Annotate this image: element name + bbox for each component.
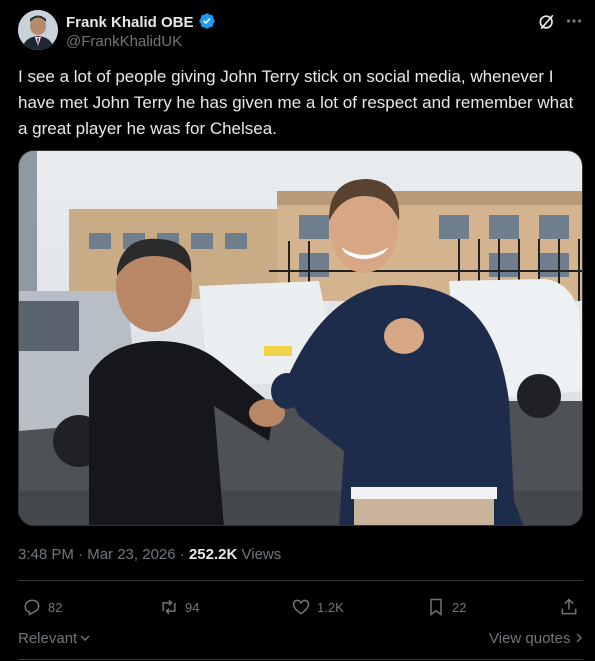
divider <box>18 659 583 660</box>
views-count: 252.2K <box>188 546 238 563</box>
view-quotes-link[interactable]: View quotes <box>489 630 585 647</box>
view-quotes-label: View quotes <box>489 630 571 647</box>
reply-count: 82 <box>48 599 63 615</box>
meta-separator: · <box>179 546 185 563</box>
like-count: 1.2K <box>317 599 344 615</box>
heart-icon <box>292 599 310 615</box>
divider <box>18 580 583 581</box>
post-text: I see a lot of people giving John Terry … <box>18 67 574 138</box>
post-time[interactable]: 3:48 PM <box>18 546 74 563</box>
post-meta: 3:48 PM · Mar 23, 2026 · 252.2K Views <box>18 546 281 563</box>
repost-button[interactable]: 94 <box>159 596 199 618</box>
like-button[interactable]: 1.2K <box>291 596 344 618</box>
reply-button[interactable]: 82 <box>22 596 62 618</box>
author-name-row[interactable]: Frank Khalid OBE <box>66 12 216 31</box>
bookmark-count: 22 <box>452 599 467 615</box>
repost-icon <box>162 599 176 615</box>
grok-icon[interactable] <box>537 12 557 32</box>
share-icon <box>561 598 577 615</box>
chevron-down-icon <box>80 635 90 641</box>
repost-count: 94 <box>185 599 200 615</box>
chevron-right-icon <box>576 633 583 643</box>
avatar[interactable] <box>18 10 58 50</box>
reply-icon <box>24 599 40 616</box>
post-date[interactable]: Mar 23, 2026 <box>87 546 175 563</box>
relevant-dropdown[interactable]: Relevant <box>18 630 91 647</box>
verified-badge-icon <box>198 13 215 29</box>
share-button[interactable] <box>559 596 579 618</box>
post-photo[interactable] <box>18 150 583 526</box>
meta-separator: · <box>78 546 84 563</box>
bookmark-icon <box>430 598 442 616</box>
author-name[interactable]: Frank Khalid OBE <box>66 14 194 31</box>
relevant-label: Relevant <box>18 630 78 647</box>
bookmark-button[interactable]: 22 <box>426 596 466 618</box>
author-handle[interactable]: @FrankKhalidUK <box>66 33 182 50</box>
more-options-icon[interactable] <box>566 11 582 31</box>
views-label: Views <box>241 546 282 563</box>
